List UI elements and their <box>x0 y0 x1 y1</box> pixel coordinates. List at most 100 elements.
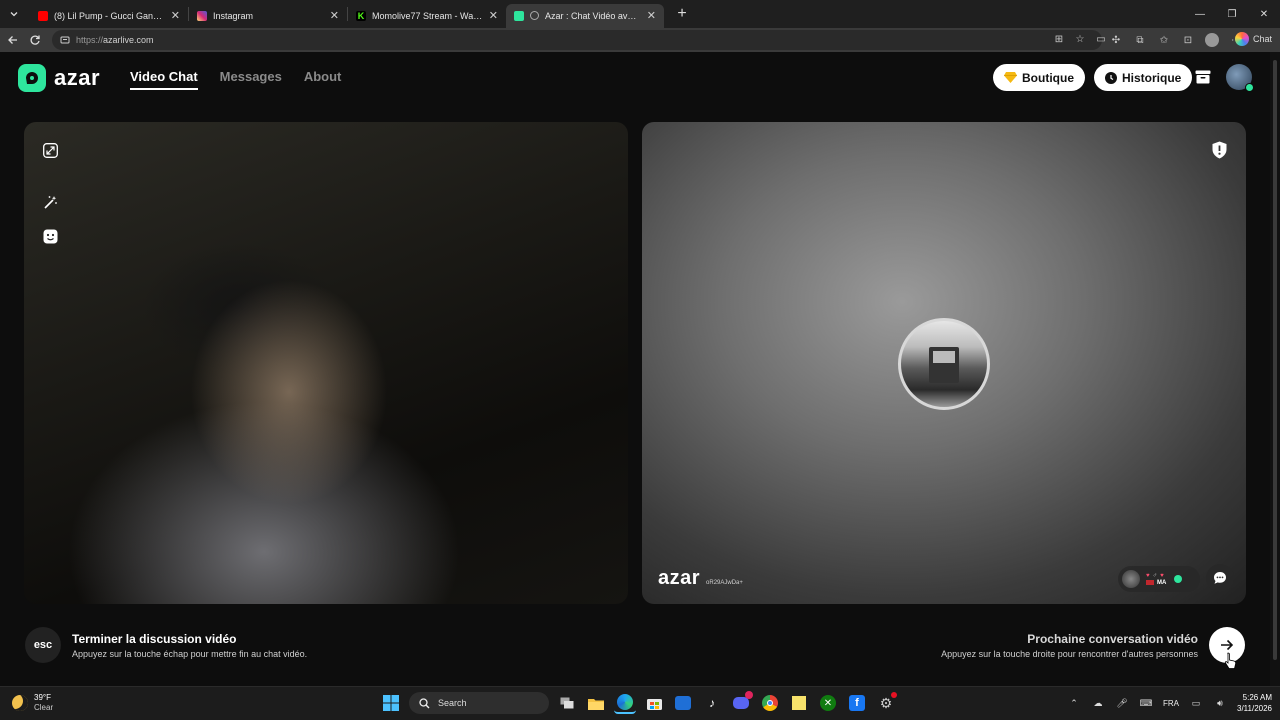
sticker-face-icon[interactable] <box>41 227 59 245</box>
historique-button[interactable]: Historique <box>1094 64 1193 91</box>
facebook-icon[interactable]: f <box>846 692 868 714</box>
browser-tab-kick[interactable]: K Momolive77 Stream - Watch Live o ✕ <box>348 4 506 28</box>
morocco-flag-icon <box>1146 580 1154 585</box>
azar-logo[interactable]: azar <box>18 64 100 92</box>
peer-info-chip[interactable]: ♥ ♂ ♥ MA <box>1118 566 1200 592</box>
chrome-icon[interactable] <box>759 692 781 714</box>
mouse-pointer-icon <box>1224 652 1237 669</box>
refresh-icon[interactable] <box>24 29 46 51</box>
browser-profile-avatar[interactable] <box>1204 32 1220 48</box>
weather-widget[interactable]: 39°F Clear <box>12 693 53 713</box>
page-scrollbar[interactable] <box>1270 52 1280 686</box>
moon-icon <box>12 695 28 711</box>
nav-video-chat[interactable]: Video Chat <box>130 69 198 90</box>
restore-icon[interactable]: ❐ <box>1216 0 1248 28</box>
show-hidden-icons-chevron-icon[interactable]: ⌃ <box>1067 696 1081 710</box>
window-controls: — ❐ ✕ <box>1184 0 1280 28</box>
close-window-icon[interactable]: ✕ <box>1248 0 1280 28</box>
settings-gear-icon[interactable]: ⚙ <box>875 692 897 714</box>
heart-icon: ♥ <box>1146 572 1150 579</box>
azar-icon <box>514 10 524 21</box>
azar-logo-mark-icon <box>18 64 46 92</box>
tab-actions-chevron-icon[interactable] <box>4 4 24 24</box>
clock-icon <box>1105 71 1117 84</box>
minimize-icon[interactable]: — <box>1184 0 1216 28</box>
close-tab-icon[interactable]: ✕ <box>489 9 498 22</box>
next-chat-title: Prochaine conversation vidéo <box>1027 632 1198 646</box>
weather-condition: Clear <box>34 703 54 712</box>
chat-bubble-icon[interactable] <box>1206 564 1234 592</box>
collections-icon[interactable]: ⊡ <box>1180 32 1196 48</box>
favorites-icon[interactable]: ✩ <box>1156 32 1172 48</box>
close-tab-icon[interactable]: ✕ <box>647 9 656 22</box>
copilot-chat-button[interactable]: Chat <box>1234 32 1272 46</box>
discord-icon[interactable] <box>730 691 753 714</box>
windows-start-icon[interactable] <box>380 692 402 714</box>
system-clock[interactable]: 5:26 AM 3/11/2026 <box>1237 692 1272 714</box>
end-chat-hint: Appuyez sur la touche échap pour mettre … <box>72 649 308 659</box>
arrow-right-icon <box>1221 639 1234 651</box>
edge-browser-icon[interactable] <box>614 692 636 714</box>
tiktok-icon[interactable]: ♪ <box>701 692 723 714</box>
azar-watermark: azar oR29AJwDa+ <box>658 567 743 589</box>
microsoft-store-icon[interactable] <box>643 692 665 714</box>
site-info-icon[interactable] <box>60 35 70 45</box>
favorite-star-icon[interactable]: ☆ <box>1073 32 1087 46</box>
file-explorer-icon[interactable] <box>585 692 607 714</box>
microphone-icon[interactable]: 🎤︎ <box>1115 696 1129 710</box>
user-avatar[interactable] <box>1226 64 1254 92</box>
gender-icon: ♂ <box>1152 572 1158 579</box>
online-status-dot <box>1245 83 1254 92</box>
split-screen-icon[interactable]: ⧉ <box>1132 32 1148 48</box>
browser-tab-azar[interactable]: Azar : Chat Vidéo avec de nou ✕ <box>506 3 664 28</box>
gem-icon <box>1004 72 1017 83</box>
search-icon <box>419 697 430 708</box>
apps-grid-icon[interactable]: ⊞ <box>1052 32 1066 46</box>
azar-app: azar Video Chat Messages About Boutique … <box>0 52 1270 686</box>
task-view-icon[interactable] <box>556 692 578 714</box>
expand-icon[interactable] <box>41 141 59 159</box>
sticky-notes-icon[interactable] <box>788 692 810 714</box>
keyboard-icon[interactable]: ⌨ <box>1139 696 1153 710</box>
windows-taskbar: 39°F Clear Search ♪ ✕ f ⚙ ⌃ ☁ 🎤︎ ⌨ FRA ▭… <box>0 686 1280 720</box>
url-input[interactable]: https://azarlive.com <box>52 30 1102 50</box>
end-chat-esc-button[interactable]: esc <box>25 627 61 663</box>
kick-icon: K <box>356 10 366 21</box>
copilot-icon <box>1234 32 1249 46</box>
browser-tab-youtube[interactable]: (8) Lil Pump - Gucci Gang [Official ✕ <box>30 4 188 28</box>
network-icon[interactable]: ▭ <box>1189 696 1203 710</box>
report-shield-icon[interactable] <box>1210 140 1228 160</box>
inbox-icon[interactable] <box>1194 68 1212 86</box>
browser-tab-instagram[interactable]: Instagram ✕ <box>189 4 347 28</box>
verified-badge-icon <box>1174 575 1183 583</box>
nav-messages[interactable]: Messages <box>220 69 282 90</box>
peer-profile-photo <box>898 318 990 410</box>
new-tab-plus-icon[interactable]: + <box>672 4 692 24</box>
heart-icon: ♥ <box>1160 572 1164 579</box>
onedrive-cloud-icon[interactable]: ☁ <box>1091 696 1105 710</box>
input-language[interactable]: FRA <box>1163 699 1179 708</box>
close-tab-icon[interactable]: ✕ <box>171 9 180 22</box>
boutique-button[interactable]: Boutique <box>993 64 1085 91</box>
next-chat-hint: Appuyez sur la touche droite pour rencon… <box>941 649 1198 659</box>
mail-icon[interactable] <box>672 692 694 714</box>
nav-about[interactable]: About <box>304 69 342 90</box>
volume-icon[interactable]: 🔊︎ <box>1213 696 1227 710</box>
peer-mini-avatar <box>1122 570 1140 588</box>
remote-video: azar oR29AJwDa+ ♥ ♂ ♥ MA <box>642 122 1246 604</box>
back-arrow-icon[interactable] <box>2 29 24 51</box>
xbox-icon[interactable]: ✕ <box>817 692 839 714</box>
extensions-icon[interactable]: ✣ <box>1108 32 1124 48</box>
taskbar-search-box[interactable]: Search <box>409 692 549 714</box>
youtube-icon <box>38 10 48 21</box>
local-video <box>24 122 628 604</box>
media-icon[interactable]: ▭ <box>1094 32 1108 46</box>
audio-playing-icon <box>530 11 539 20</box>
address-bar-row: https://azarlive.com ⊞ ☆ ▭ ✣ ⧉ ✩ ⊡ ⋯ Cha… <box>0 28 1280 52</box>
magic-wand-filter-icon[interactable] <box>41 193 59 211</box>
taskbar-apps: Search ♪ ✕ f ⚙ <box>380 691 897 714</box>
close-tab-icon[interactable]: ✕ <box>330 9 339 22</box>
instagram-icon <box>197 10 207 21</box>
main-nav: Video Chat Messages About <box>130 69 341 90</box>
logo-text: azar <box>54 65 101 90</box>
